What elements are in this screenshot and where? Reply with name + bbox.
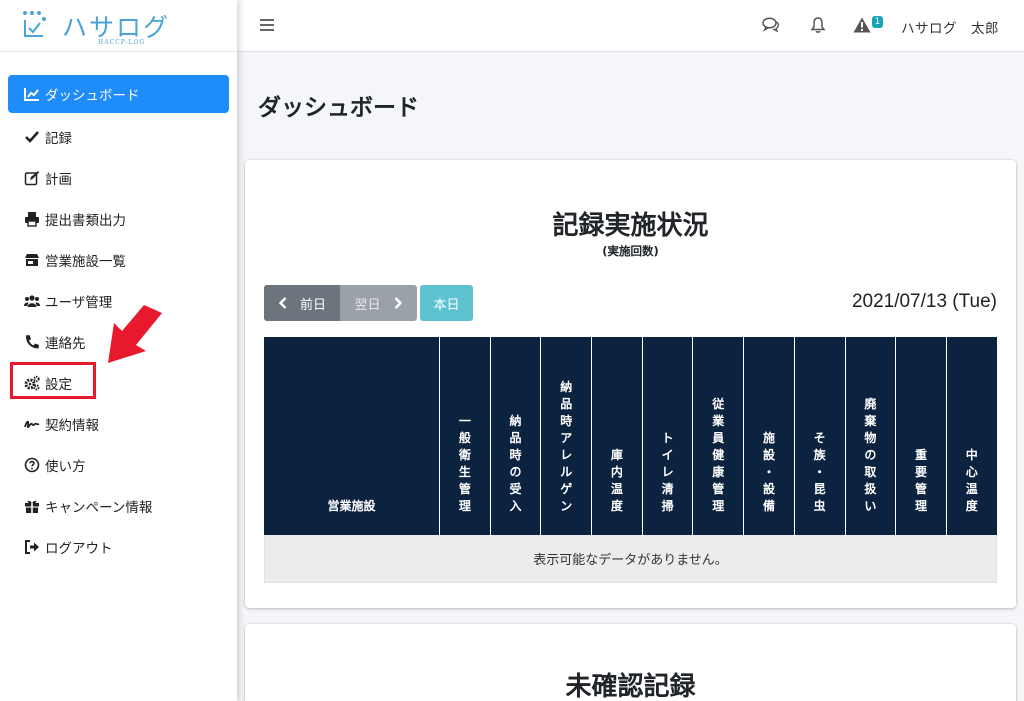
store-icon: [24, 252, 40, 268]
column-header-label: 重要管理: [915, 448, 928, 513]
column-header-label: そ族・昆虫: [813, 431, 826, 513]
column-header: 従業員健康管理: [692, 337, 743, 535]
column-header-label: 施設・設備: [762, 431, 775, 513]
sidebar-item-howto[interactable]: 使い方: [0, 444, 237, 485]
sidebar-item-label: 提出書類出力: [45, 212, 126, 229]
column-header-label: 従業員健康管理: [712, 397, 725, 513]
column-header: 中心温度: [945, 337, 997, 535]
chevron-right-icon: [394, 297, 402, 309]
signature-icon: [24, 416, 40, 432]
sidebar-item-label: 計画: [45, 171, 72, 188]
red-arrow-icon: [108, 305, 162, 363]
column-header: トイレ清掃: [641, 337, 693, 535]
sidebar-item-records[interactable]: 記録: [0, 116, 237, 157]
sidebar-item-label: ダッシュボード: [45, 88, 140, 104]
prev-day-label: 前日: [299, 297, 326, 313]
today-button[interactable]: 本日: [420, 285, 473, 321]
date-navigation: 前日 翌日 本日: [264, 285, 473, 321]
sidebar-item-documents[interactable]: 提出書類出力: [0, 198, 237, 239]
chevron-left-icon: [278, 297, 287, 309]
column-header: 廃棄物の取扱い: [844, 337, 896, 535]
check-icon: [24, 129, 40, 145]
logo-icon: [23, 11, 46, 37]
phone-icon: [24, 334, 40, 350]
settings-highlight-box: [10, 362, 96, 399]
gift-icon: [24, 498, 40, 514]
sidebar-item-label: 使い方: [45, 458, 86, 475]
warning-icon[interactable]: [853, 16, 871, 34]
column-header-label: トイレ清掃: [661, 431, 674, 513]
card-subtitle: (実施回数): [602, 244, 659, 258]
sidebar-item-label: ユーザ管理: [45, 294, 113, 311]
comments-icon[interactable]: [762, 16, 780, 34]
sidebar-item-campaign[interactable]: キャンペーン情報: [0, 485, 237, 526]
chart-line-icon: [24, 86, 40, 102]
column-header-label: 庫内温度: [610, 448, 623, 513]
next-day-button[interactable]: 翌日: [340, 285, 417, 321]
bell-icon[interactable]: [809, 16, 827, 34]
topbar: 1 ハサログ 太郎: [237, 0, 1024, 52]
column-header: 重要管理: [895, 337, 946, 535]
column-header-label: 中心温度: [965, 448, 978, 513]
prev-day-button[interactable]: 前日: [264, 285, 340, 321]
card-title: 未確認記録: [565, 672, 696, 701]
column-header-label: 一般衛生管理: [458, 414, 471, 513]
print-icon: [24, 211, 40, 227]
column-header: 庫内温度: [591, 337, 642, 535]
sidebar-item-contract[interactable]: 契約情報: [0, 403, 237, 444]
brand-subtitle: HACCP-LOG: [98, 39, 146, 46]
card-title: 記録実施状況: [552, 211, 709, 241]
column-header: 納品時の受入: [489, 337, 541, 535]
column-header-label: 納品時アレルゲン: [560, 380, 573, 513]
column-header-facility: 営業施設: [327, 499, 376, 513]
sidebar-item-plan[interactable]: 計画: [0, 157, 237, 198]
record-status-table: 営業施設 一般衛生管理 納品時の受入 納品時アレルゲン庫内温度 トイレ清掃 従業員健康管…: [264, 337, 997, 583]
table-header: 営業施設 一般衛生管理 納品時の受入 納品時アレルゲン庫内温度 トイレ清掃 従業員健康管…: [264, 337, 997, 535]
notification-badge: 1: [872, 16, 883, 28]
sidebar-item-facilities[interactable]: 営業施設一覧: [0, 239, 237, 280]
sidebar-item-dashboard[interactable]: ダッシュボード: [8, 75, 229, 113]
empty-table-message: 表示可能なデータがありません。: [264, 535, 997, 583]
user-menu[interactable]: ハサログ 太郎: [901, 17, 999, 37]
next-day-label: 翌日: [354, 297, 381, 313]
users-icon: [24, 293, 40, 309]
column-header: 納品時アレルゲン: [540, 337, 591, 535]
column-header-label: 納品時の受入: [509, 414, 522, 513]
sidebar-item-label: 記録: [45, 130, 72, 147]
page-title: ダッシュボード: [258, 95, 419, 121]
current-date: 2021/07/13 (Tue): [851, 291, 997, 312]
edit-icon: [24, 170, 40, 186]
column-header: 施設・設備: [743, 337, 794, 535]
column-header-label: 廃棄物の取扱い: [864, 397, 877, 513]
brand[interactable]: ハサログ HACCP-LOG: [0, 0, 237, 52]
sidebar-item-label: 営業施設一覧: [45, 253, 126, 270]
sidebar-item-label: キャンペーン情報: [45, 499, 153, 516]
column-header: そ族・昆虫: [793, 337, 845, 535]
today-label: 本日: [433, 297, 460, 313]
sidebar-item-label: 連絡先: [45, 335, 86, 352]
record-status-card: 記録実施状況 (実施回数) 前日 翌日 本日 2021/07/13 (Tue) …: [245, 160, 1016, 608]
sidebar-item-label: 契約情報: [45, 417, 99, 434]
sign-out-icon: [24, 539, 40, 555]
sidebar-item-logout[interactable]: ログアウト: [0, 526, 237, 567]
column-header: 一般衛生管理: [439, 337, 490, 535]
sidebar-item-label: ログアウト: [45, 540, 113, 557]
question-circle-icon: [24, 457, 40, 473]
hamburger-menu-icon[interactable]: [259, 17, 275, 33]
unconfirmed-records-card: 未確認記録: [245, 624, 1016, 701]
